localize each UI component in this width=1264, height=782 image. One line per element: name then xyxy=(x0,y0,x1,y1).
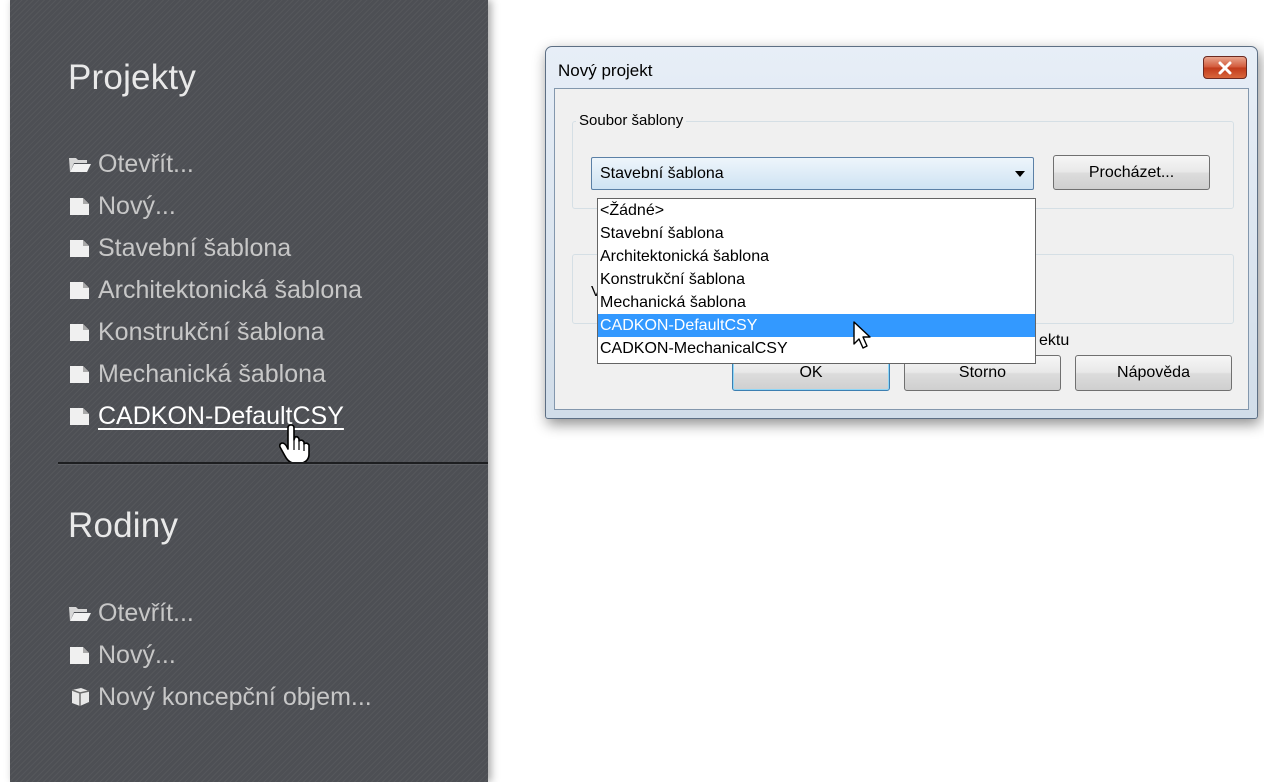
close-button[interactable] xyxy=(1203,56,1247,79)
menu-item-label: Otevřít... xyxy=(98,598,194,627)
arrow-pointer-icon xyxy=(853,321,871,349)
menu-item-label: Stavební šablona xyxy=(98,233,292,262)
families-list: Otevřít... Nový... Nový koncepční objem.… xyxy=(68,592,372,718)
families-heading: Rodiny xyxy=(68,506,179,545)
chevron-down-icon[interactable] xyxy=(1015,171,1025,177)
menu-item-label: Architektonická šablona xyxy=(98,275,363,304)
menu-item-label: Konstrukční šablona xyxy=(98,317,325,346)
hand-pointer-icon xyxy=(278,424,310,464)
template-file-group-label: Soubor šablony xyxy=(576,112,687,129)
projects-list: Otevřít... Nový... Stavební šablona Arch… xyxy=(68,143,362,437)
menu-item-label: Mechanická šablona xyxy=(98,359,326,388)
document-icon xyxy=(70,198,89,215)
start-panel: Projekty Otevřít... Nový... Stavební šab… xyxy=(10,0,488,782)
document-icon xyxy=(70,324,89,341)
dropdown-option[interactable]: Architektonická šablona xyxy=(598,245,1035,268)
option-label: ektu xyxy=(1039,332,1070,349)
dropdown-option[interactable]: Mechanická šablona xyxy=(598,291,1035,314)
document-icon xyxy=(70,647,89,664)
menu-item-label: Otevřít... xyxy=(98,149,194,178)
section-divider xyxy=(58,462,488,465)
menu-item-label: Nový koncepční objem... xyxy=(98,682,372,711)
folder-open-icon xyxy=(69,607,91,621)
projects-heading: Projekty xyxy=(68,58,197,97)
dropdown-option[interactable]: CADKON-MechanicalCSY xyxy=(598,337,1035,360)
document-icon xyxy=(70,282,89,299)
close-icon xyxy=(1218,61,1232,74)
folder-open-icon xyxy=(69,158,91,172)
document-icon xyxy=(70,366,89,383)
dropdown-option[interactable]: <Žádné> xyxy=(598,199,1035,222)
projects-construction-template-link[interactable]: Konstrukční šablona xyxy=(68,311,362,353)
menu-item-label: Nový... xyxy=(98,191,176,220)
dropdown-option[interactable]: Konstrukční šablona xyxy=(598,268,1035,291)
template-dropdown-list: <Žádné> Stavební šablona Architektonická… xyxy=(597,198,1036,364)
families-new-link[interactable]: Nový... xyxy=(68,634,372,676)
projects-architectural-template-link[interactable]: Architektonická šablona xyxy=(68,269,362,311)
document-icon xyxy=(70,240,89,257)
cube-document-icon xyxy=(71,688,90,706)
dropdown-option[interactable]: Stavební šablona xyxy=(598,222,1035,245)
help-button[interactable]: Nápověda xyxy=(1075,355,1232,391)
projects-structural-template-link[interactable]: Stavební šablona xyxy=(68,227,362,269)
new-project-dialog: Nový projekt Soubor šablony V ektu Proch… xyxy=(545,46,1258,419)
projects-mechanical-template-link[interactable]: Mechanická šablona xyxy=(68,353,362,395)
browse-button[interactable]: Procházet... xyxy=(1053,155,1210,190)
template-combo[interactable]: Stavební šablona xyxy=(591,157,1034,190)
projects-open-link[interactable]: Otevřít... xyxy=(68,143,362,185)
families-new-conceptual-mass-link[interactable]: Nový koncepční objem... xyxy=(68,676,372,718)
document-icon xyxy=(70,408,89,425)
dropdown-option-highlighted[interactable]: CADKON-DefaultCSY xyxy=(598,314,1035,337)
template-combo-value: Stavební šablona xyxy=(600,165,724,182)
projects-cadkon-default-link[interactable]: CADKON-DefaultCSY xyxy=(68,395,362,437)
menu-item-label: Nový... xyxy=(98,640,176,669)
families-open-link[interactable]: Otevřít... xyxy=(68,592,372,634)
projects-new-link[interactable]: Nový... xyxy=(68,185,362,227)
dialog-title: Nový projekt xyxy=(558,61,653,80)
